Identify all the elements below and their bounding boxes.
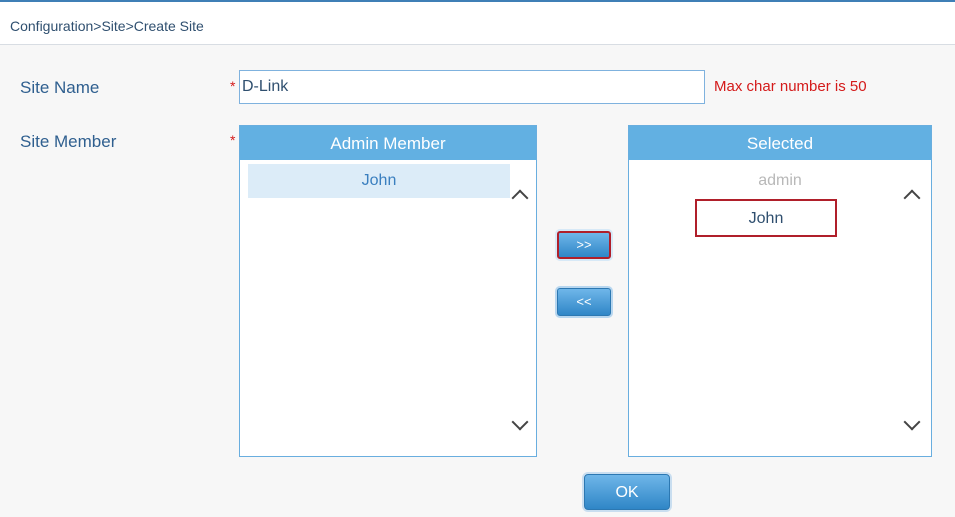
admin-member-header: Admin Member	[240, 126, 536, 160]
ok-button[interactable]: OK	[584, 474, 670, 510]
site-name-hint: Max char number is 50	[714, 78, 867, 95]
site-member-label: Site Member	[20, 132, 117, 151]
breadcrumb-bar: Configuration>Site>Create Site	[0, 2, 955, 45]
admin-member-listbox[interactable]: Admin Member John	[239, 125, 537, 457]
add-member-button[interactable]: >>	[557, 231, 611, 259]
remove-member-button[interactable]: <<	[557, 288, 611, 316]
site-name-input[interactable]	[239, 70, 705, 104]
required-mark-site-name: *	[230, 78, 236, 94]
selected-item-john[interactable]: John	[695, 199, 837, 237]
create-site-page: Configuration>Site>Create Site Site Name…	[0, 0, 955, 517]
required-mark-site-member: *	[230, 132, 236, 148]
scroll-down-icon[interactable]	[511, 413, 529, 431]
site-name-label: Site Name	[20, 78, 100, 97]
scroll-up-icon[interactable]	[511, 189, 529, 207]
scroll-down-icon[interactable]	[903, 413, 921, 431]
selected-member-listbox[interactable]: Selected admin John	[628, 125, 932, 457]
admin-member-item-john[interactable]: John	[248, 164, 510, 198]
selected-header: Selected	[629, 126, 931, 160]
breadcrumb: Configuration>Site>Create Site	[10, 18, 204, 34]
selected-item-admin[interactable]: admin	[629, 164, 931, 198]
